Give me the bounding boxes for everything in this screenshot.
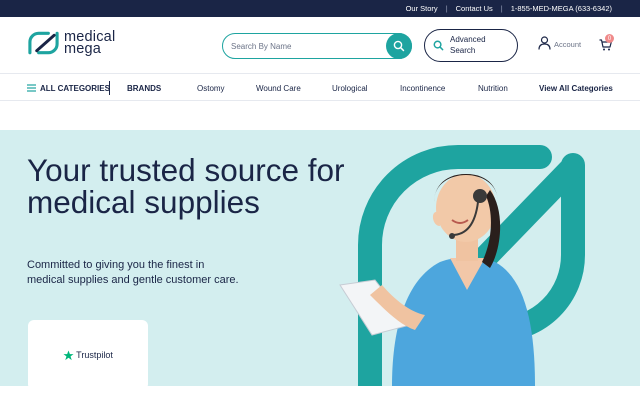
nav-item-nutrition[interactable]: Nutrition — [478, 75, 508, 101]
account-link[interactable]: Account — [538, 36, 581, 50]
nav-divider — [109, 81, 110, 95]
all-categories-label: ALL CATEGORIES — [40, 83, 110, 93]
hamburger-icon — [27, 84, 36, 92]
user-icon — [538, 36, 551, 50]
advanced-search-label: Advanced Search — [450, 35, 486, 56]
search-icon — [393, 40, 405, 52]
our-story-link[interactable]: Our Story — [406, 4, 438, 13]
cart-button[interactable]: 0 — [599, 34, 614, 56]
phone-link[interactable]: 1-855-MED-MEGA (633-6342) — [511, 4, 612, 13]
nav-item-urological[interactable]: Urological — [332, 75, 368, 101]
logo-text: medical mega — [64, 30, 115, 57]
hero-title: Your trusted source for medical supplies — [27, 152, 345, 220]
search-button[interactable] — [386, 33, 412, 59]
hero-subtitle: Committed to giving you the finest in me… — [27, 259, 239, 286]
account-label: Account — [554, 40, 582, 49]
trustpilot-label: Trustpilot — [76, 350, 113, 360]
star-icon — [63, 349, 74, 360]
top-links: Our Story | Contact Us | 1-855-MED-MEGA … — [406, 0, 612, 17]
advanced-label-line-2: Search — [450, 45, 476, 55]
nav-item-wound-care[interactable]: Wound Care — [256, 75, 301, 101]
hero-banner: Your trusted source for medical supplies… — [0, 130, 640, 386]
nav-item-ostomy[interactable]: Ostomy — [197, 75, 225, 101]
category-nav: ALL CATEGORIES BRANDS Ostomy Wound Care … — [0, 75, 640, 101]
nav-item-brands[interactable]: BRANDS — [127, 75, 161, 101]
contact-us-link[interactable]: Contact Us — [456, 4, 493, 13]
advanced-search-button[interactable]: Advanced Search — [424, 29, 518, 62]
nav-item-incontinence[interactable]: Incontinence — [400, 75, 445, 101]
view-all-categories-link[interactable]: View All Categories — [539, 75, 613, 101]
search-bar — [222, 33, 412, 59]
divider: | — [500, 4, 503, 13]
top-bar: Our Story | Contact Us | 1-855-MED-MEGA … — [0, 0, 640, 17]
logo-icon — [28, 31, 59, 55]
trustpilot-widget[interactable]: Trustpilot — [28, 320, 148, 386]
logo[interactable]: medical mega — [27, 30, 115, 57]
all-categories-menu[interactable]: ALL CATEGORIES — [27, 75, 110, 101]
advanced-label-line-1: Advanced — [450, 35, 486, 44]
cart-count-badge: 0 — [605, 34, 614, 43]
divider: | — [445, 4, 448, 13]
site-header: medical mega Advanced Search Account — [0, 17, 640, 74]
hero-illustration — [339, 145, 585, 386]
search-input[interactable] — [223, 41, 383, 51]
search-icon — [433, 40, 444, 51]
